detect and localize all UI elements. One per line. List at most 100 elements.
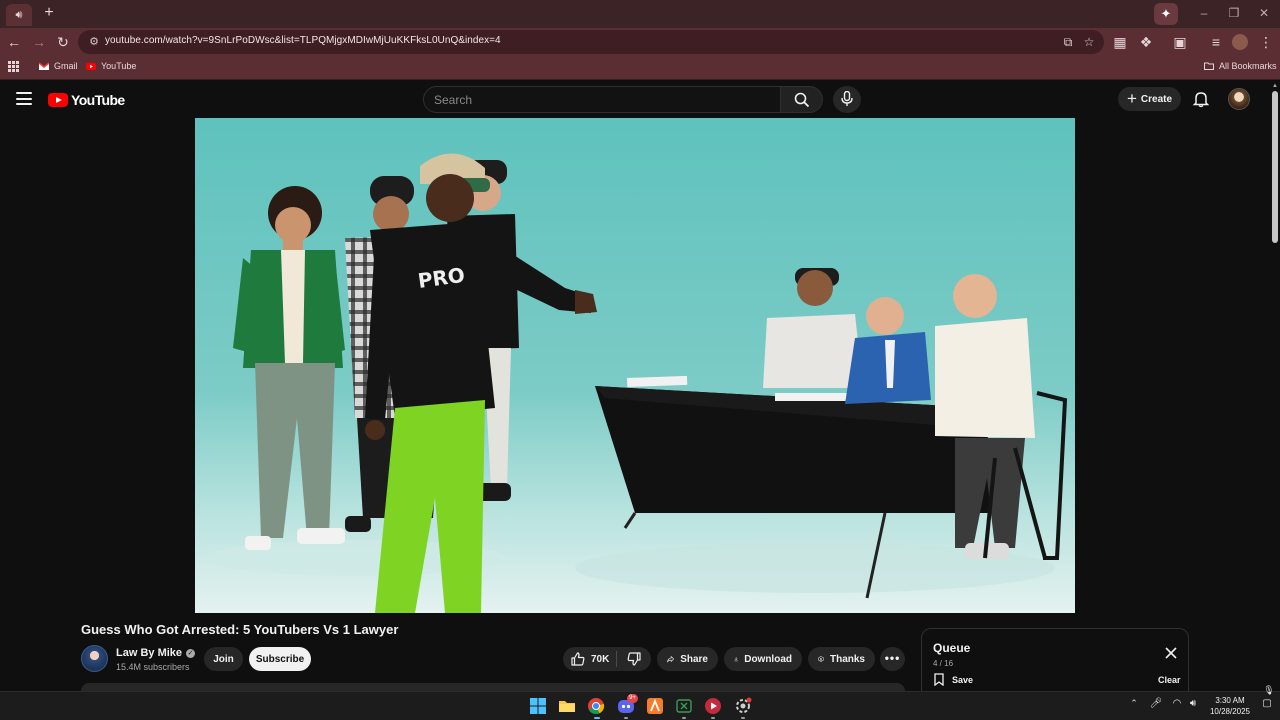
- thanks-label: Thanks: [829, 653, 865, 665]
- cast-icon[interactable]: ▣: [1172, 34, 1188, 50]
- all-bookmarks-label: All Bookmarks: [1219, 61, 1277, 71]
- forward-icon[interactable]: →: [31, 34, 47, 50]
- extension-icon[interactable]: ▦: [1112, 34, 1128, 50]
- queue-save-label: Save: [952, 674, 974, 685]
- all-bookmarks-button[interactable]: All Bookmarks: [1204, 61, 1277, 71]
- apps-grid-icon[interactable]: [8, 61, 19, 72]
- youtube-logo[interactable]: YouTube: [48, 92, 125, 108]
- description-box[interactable]: [81, 683, 905, 691]
- youtube-play-icon: [48, 93, 68, 107]
- queue-title: Queue: [933, 641, 971, 655]
- download-label: Download: [744, 653, 792, 665]
- join-button[interactable]: Join: [204, 647, 243, 671]
- reload-icon[interactable]: ↻: [55, 34, 71, 50]
- mic-in-use-icon: 🎙︎: [1263, 685, 1275, 695]
- close-icon[interactable]: [1164, 646, 1178, 660]
- like-button[interactable]: 70K: [563, 647, 616, 671]
- extensions-puzzle-icon[interactable]: ❖: [1138, 34, 1154, 50]
- wifi-icon[interactable]: ◠: [1170, 697, 1184, 711]
- bookmark-youtube[interactable]: YouTube: [86, 61, 136, 71]
- share-button[interactable]: Share: [657, 647, 718, 671]
- create-button[interactable]: + Create: [1118, 87, 1181, 111]
- video-title: Guess Who Got Arrested: 5 YouTubers Vs 1…: [81, 622, 399, 637]
- bookmark-star-icon[interactable]: ☆: [1081, 34, 1097, 50]
- bookmark-label: YouTube: [101, 61, 137, 71]
- judge-left: [763, 268, 863, 388]
- notification-center-icon[interactable]: ▢: [1260, 697, 1274, 711]
- clock-time: 3:30 AM: [1215, 696, 1245, 705]
- xbox-app-icon[interactable]: [674, 696, 694, 716]
- thumbs-up-icon: [571, 652, 585, 666]
- restore-icon[interactable]: ❐: [1226, 6, 1242, 20]
- share-label: Share: [680, 653, 708, 665]
- chrome-icon[interactable]: [586, 696, 606, 716]
- judge-middle-blue-suit: [845, 297, 931, 404]
- dislike-button[interactable]: [617, 647, 651, 671]
- video-player[interactable]: PRO: [195, 118, 1075, 613]
- channel-name[interactable]: Law By Mike ✓: [116, 647, 196, 659]
- scrollbar-thumb[interactable]: [1272, 91, 1278, 243]
- channel-avatar[interactable]: [81, 645, 108, 672]
- app-running-indicator: [682, 717, 686, 719]
- taskbar-clock[interactable]: 3:30 AM 10/28/2025: [1206, 695, 1254, 717]
- channel-name-text[interactable]: Law By Mike: [116, 647, 182, 659]
- app-orange-icon[interactable]: [645, 696, 665, 716]
- url-text[interactable]: youtube.com/watch?v=9SnLrPoDWsc&list=TLP…: [105, 35, 501, 46]
- share-arrow-icon: [667, 656, 674, 663]
- download-button[interactable]: Download: [724, 647, 802, 671]
- folder-icon: [1204, 62, 1214, 70]
- new-tab-button[interactable]: +: [42, 5, 56, 21]
- youtube-logo-text: YouTube: [71, 92, 125, 108]
- browser-tab-strip: 🔊︎ + ✦ – ❐ ✕: [0, 0, 1280, 28]
- svg-text:$: $: [820, 657, 822, 661]
- microphone-tray-icon[interactable]: 🎤︎: [1149, 697, 1163, 711]
- settings-gear-icon[interactable]: [733, 696, 753, 716]
- gemini-icon[interactable]: ✦: [1154, 3, 1178, 25]
- account-avatar[interactable]: [1228, 88, 1250, 110]
- close-window-icon[interactable]: ✕: [1256, 6, 1272, 20]
- install-app-icon[interactable]: ⧉: [1060, 34, 1076, 50]
- media-player-icon[interactable]: [703, 696, 723, 716]
- chrome-active-indicator: [594, 717, 600, 719]
- thumbs-down-icon: [627, 652, 641, 666]
- queue-panel: Queue 4 / 16 Save Clear: [921, 628, 1189, 691]
- more-actions-button[interactable]: •••: [880, 647, 905, 671]
- menu-hamburger-icon[interactable]: [16, 92, 32, 105]
- minimize-icon[interactable]: –: [1196, 6, 1212, 20]
- profile-icon[interactable]: [1232, 34, 1248, 50]
- queue-clear-button[interactable]: Clear: [1158, 675, 1181, 685]
- judge-right-cream-hoodie: [935, 274, 1035, 559]
- youtube-icon: [86, 63, 96, 70]
- volume-icon[interactable]: 🔊︎: [1186, 697, 1200, 711]
- like-dislike-group: 70K: [563, 647, 651, 671]
- clock-date: 10/28/2025: [1209, 707, 1251, 716]
- bookmark-gmail[interactable]: Gmail: [39, 61, 78, 71]
- search-input[interactable]: [434, 87, 764, 112]
- windows-start-icon[interactable]: [528, 696, 548, 716]
- discord-notification-badge: 9+: [627, 694, 638, 703]
- queue-save-button[interactable]: Save: [934, 673, 973, 686]
- windows-taskbar: 9+ ⌃ 🎤︎ ◠ 🔊︎ 3:30 AM 10/28/2025 ▢: [0, 691, 1280, 720]
- media-queue-icon[interactable]: ≡: [1208, 34, 1224, 50]
- discord-running-indicator: [624, 717, 628, 719]
- site-info-icon[interactable]: ⚙: [86, 34, 102, 50]
- menu-kebab-icon[interactable]: ⋮: [1258, 34, 1274, 50]
- back-icon[interactable]: ←: [6, 34, 22, 50]
- scroll-up-arrow-icon[interactable]: ▲: [1272, 83, 1278, 89]
- file-explorer-icon[interactable]: [557, 696, 577, 716]
- subscribe-button[interactable]: Subscribe: [249, 647, 311, 671]
- thanks-button[interactable]: $ Thanks: [808, 647, 875, 671]
- plus-icon: +: [1126, 89, 1137, 108]
- search-button[interactable]: [781, 86, 823, 113]
- bookmarks-bar: Gmail YouTube All Bookmarks: [0, 56, 1280, 80]
- bookmark-icon: [934, 673, 944, 686]
- address-bar[interactable]: ⚙ youtube.com/watch?v=9SnLrPoDWsc&list=T…: [78, 30, 1104, 54]
- microphone-icon: [841, 91, 853, 106]
- app-running-indicator: [741, 717, 745, 719]
- tray-overflow-chevron-icon[interactable]: ⌃: [1129, 698, 1139, 710]
- voice-search-button[interactable]: [833, 86, 861, 113]
- active-tab[interactable]: 🔊︎: [6, 4, 32, 26]
- notifications-bell-icon[interactable]: [1192, 90, 1210, 108]
- download-icon: [734, 657, 738, 662]
- app-running-indicator: [711, 717, 715, 719]
